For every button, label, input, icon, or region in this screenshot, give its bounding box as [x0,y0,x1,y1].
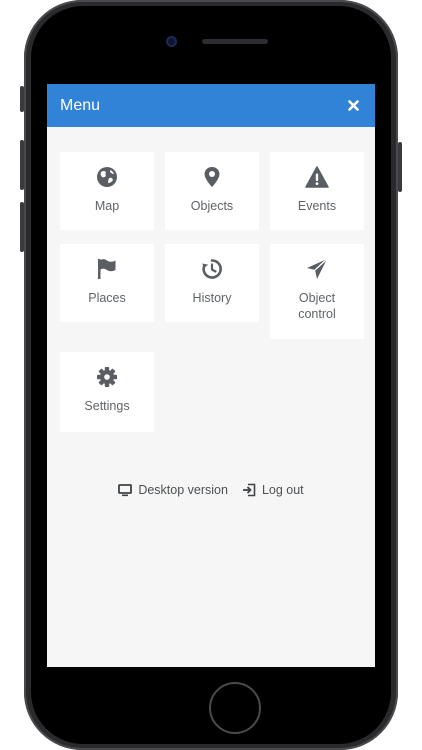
close-icon [347,100,359,111]
globe-icon [97,167,117,187]
places-tile[interactable]: Places [60,244,154,322]
map-tile[interactable]: Map [60,152,154,230]
send-icon [307,258,328,279]
places-label: Places [88,291,126,305]
front-camera [166,36,177,47]
monitor-icon [118,483,133,496]
object-control-label: Object control [298,291,336,321]
power-button [398,142,402,192]
objects-tile[interactable]: Objects [165,152,259,230]
earpiece-speaker [202,39,268,44]
desktop-version-link[interactable]: Desktop version [118,483,228,497]
desktop-version-label: Desktop version [138,483,228,497]
logout-icon [242,483,256,497]
history-label: History [192,291,232,305]
gear-icon [97,367,117,387]
menu-header: Menu [47,84,375,127]
volume-down-button [20,202,24,252]
volume-up-button [20,140,24,190]
settings-label: Settings [84,399,130,413]
app-screen: Menu Map Objects Events Places History O… [47,84,375,667]
map-pin-icon [204,167,220,187]
home-button[interactable] [209,682,261,734]
menu-footer: Desktop version Log out [47,483,375,497]
log-out-link[interactable]: Log out [242,483,304,497]
history-icon [202,259,222,279]
events-label: Events [297,199,337,213]
settings-tile[interactable]: Settings [60,352,154,432]
object-control-tile[interactable]: Object control [270,244,364,339]
map-label: Map [94,199,120,213]
objects-label: Objects [190,199,234,213]
warning-icon [305,166,329,188]
flag-icon [98,259,116,279]
menu-title: Menu [60,96,101,114]
events-tile[interactable]: Events [270,152,364,230]
close-button[interactable] [344,97,362,115]
log-out-label: Log out [261,483,304,497]
history-tile[interactable]: History [165,244,259,322]
mute-switch [20,86,24,112]
